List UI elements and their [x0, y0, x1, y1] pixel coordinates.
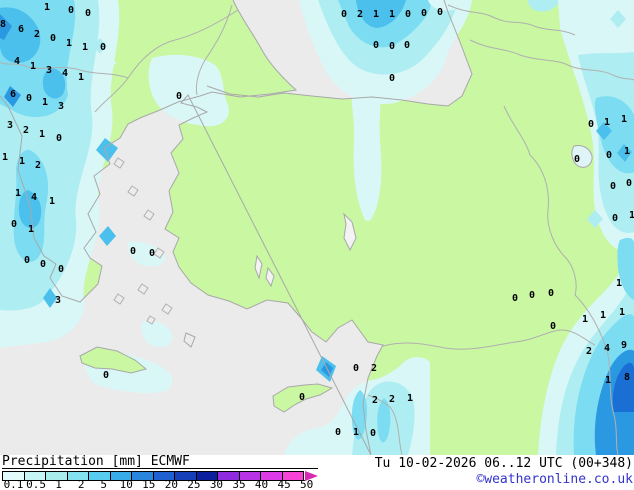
legend-title: Precipitation [mm] ECMWF [2, 455, 318, 469]
legend-scale-labels: 0.1 0.5 1 2 5 10 15 20 25 30 35 40 45 50 [2, 478, 332, 490]
legend: Precipitation [mm] ECMWF 0.1 0.5 1 2 5 10 15 20… [0, 455, 634, 490]
precipitation-map: 1000862011413416013002110000000321011214… [0, 0, 634, 455]
legend-scale-label: 30 [209, 478, 224, 490]
legend-scale-label: 15 [142, 478, 156, 490]
weather-map-page: 1000862011413416013002110000000321011214… [0, 0, 634, 490]
legend-colorbar [2, 471, 318, 481]
legend-scale-label: 1 [55, 478, 62, 490]
map-canvas [0, 0, 634, 455]
legend-scale-label: 0.1 [3, 478, 24, 490]
legend-scale-label: 40 [254, 478, 269, 490]
legend-scale-label: 35 [232, 478, 246, 490]
copyright-notice: ©weatheronline.co.uk [476, 472, 633, 487]
legend-scale-label: 25 [187, 478, 201, 490]
legend-scale-label: 0.5 [26, 478, 46, 490]
legend-scale-label: 45 [277, 478, 291, 490]
legend-scale-label: 20 [164, 478, 178, 490]
legend-scale-label: 50 [300, 478, 314, 490]
legend-scale-label: 5 [100, 478, 107, 490]
legend-scale-label: 2 [77, 478, 85, 490]
forecast-timestamp: Tu 10-02-2026 06..12 UTC (00+348) [374, 456, 633, 471]
legend-color-cell [88, 471, 111, 481]
legend-scale-label: 10 [119, 478, 133, 490]
